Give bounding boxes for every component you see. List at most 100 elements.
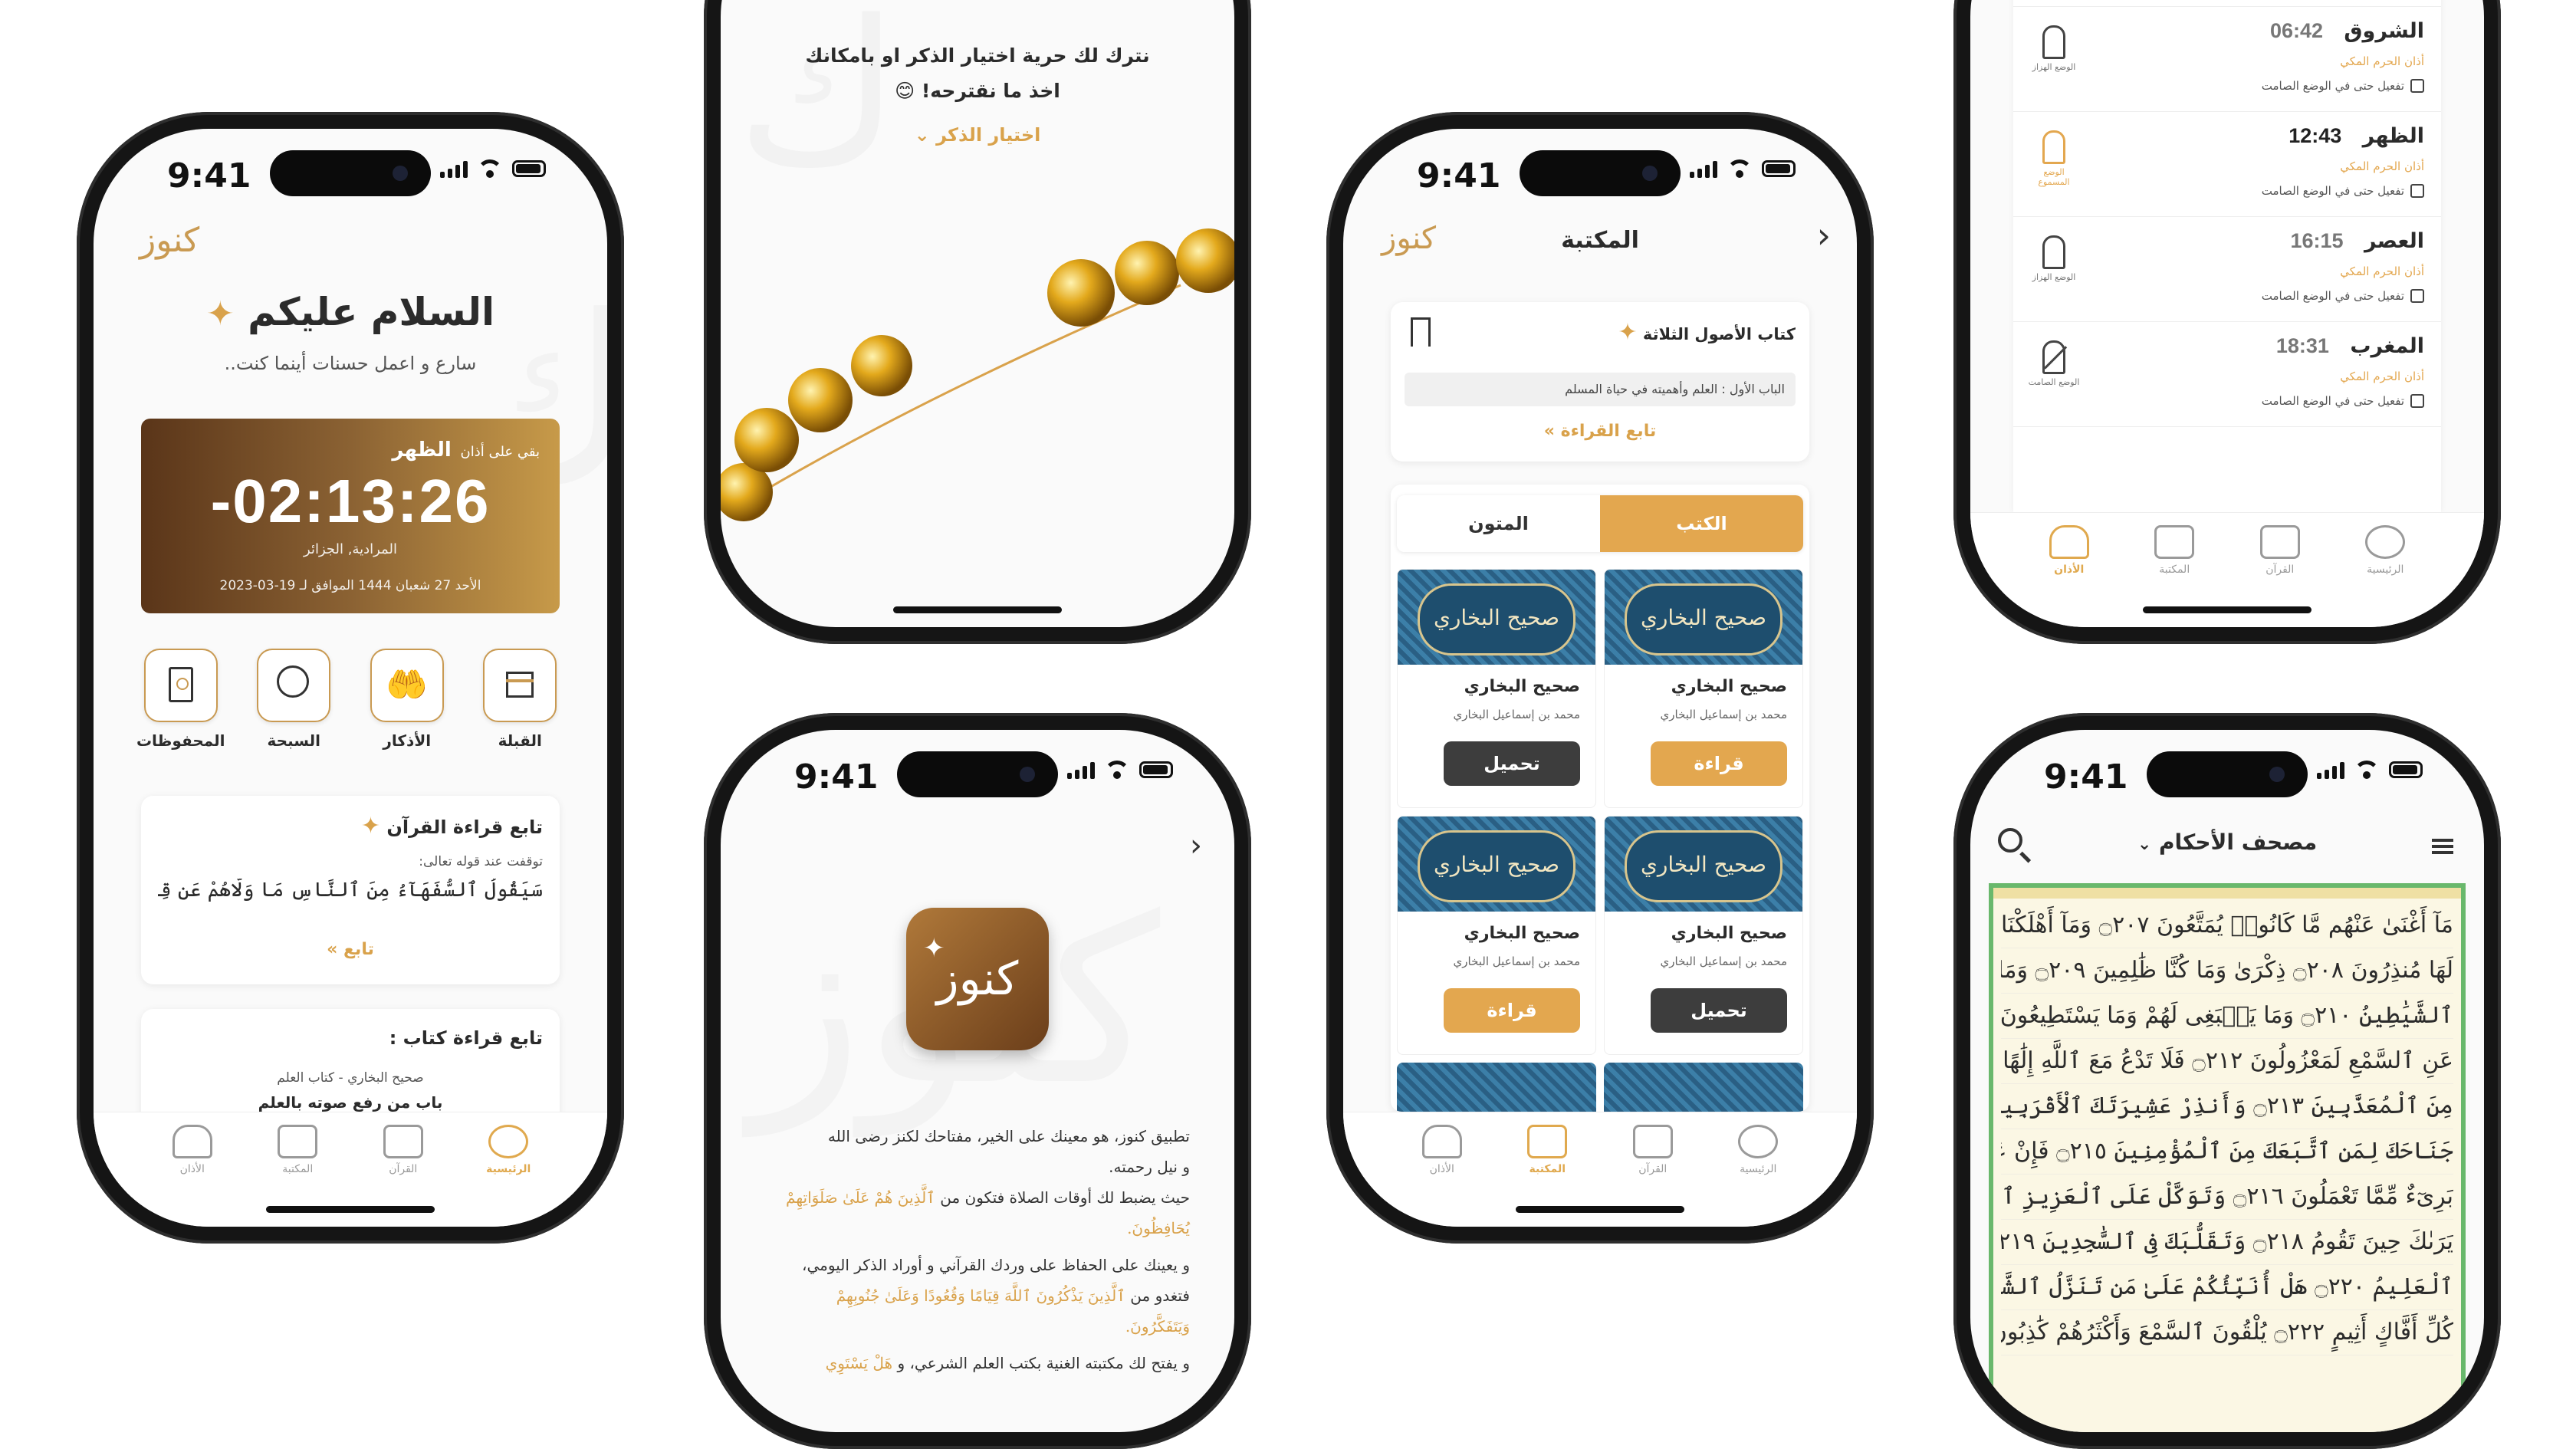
tab-home[interactable]: الرئيسية (1716, 1112, 1800, 1227)
continue-quran-button[interactable]: تابع » (141, 940, 560, 959)
about-line: فتغدو من ٱلَّذِينَ يَذْكُرُونَ ٱللَّهَ ق… (768, 1280, 1190, 1342)
silent-checkbox[interactable] (2410, 289, 2424, 303)
tab-label: المكتبة (282, 1163, 314, 1175)
about-text: حيث يضبط لك أوقات الصلاة فتكون من (940, 1188, 1190, 1207)
read-button[interactable]: قراءة (1444, 988, 1580, 1033)
quran-line[interactable]: ٱلشَّيَٰطِينُ ۝٢١٠ وَمَا يَنۢبَغِى لَهُم… (2001, 994, 2453, 1039)
open-book-icon (2259, 525, 2300, 559)
quran-line[interactable]: كُلِّ أَفَّاكٍ أَثِيمٍ ۝٢٢٢ يُلْقُونَ ٱل… (2001, 1310, 2453, 1355)
next-prayer-card[interactable]: بقي على أذان الظهر -02:13:26 المرادية, ا… (141, 419, 560, 613)
back-chevron-icon[interactable]: › (1817, 215, 1831, 256)
prayer-row[interactable]: المغرب 18:31 أذان الحرم المكي تفعيل حتى في… (2013, 322, 2441, 427)
status-time: 9:41 (167, 156, 251, 196)
menu-icon[interactable] (2432, 839, 2453, 854)
open-book-icon (383, 1125, 423, 1158)
silent-checkbox[interactable] (2410, 394, 2424, 408)
mushaf-page-header (1993, 888, 2461, 899)
book-card[interactable]: صحيح البخاري صحيح البخاري محمد بن إسماعي… (1397, 816, 1596, 1055)
dhikr-text: نترك لك حرية اختيار الذكر او بامكانك اخذ… (805, 44, 1150, 102)
mushaf-selector[interactable]: مصحف الأحكام ⌄ (1970, 830, 2484, 855)
phone-about: كنوز 9:41 › ✦ كنوز تطبيق كنوز، هو معينك … (704, 713, 1251, 1449)
tab-books[interactable]: الكتب (1600, 495, 1803, 552)
wifi-icon (1727, 159, 1753, 178)
book-cover: صحيح البخاري (1605, 816, 1802, 912)
prayer-row[interactable]: الظهر 12:43 أذان الحرم المكي تفعيل حتى في … (2013, 112, 2441, 217)
continue-reading-button[interactable]: تابع القراءة » (1391, 422, 1809, 441)
adhan-voice[interactable]: أذان الحرم المكي (2340, 159, 2424, 173)
read-button[interactable]: قراءة (1651, 741, 1787, 786)
vibrate-mode-icon[interactable]: الوضع الهزاز (2027, 235, 2081, 282)
home-star-icon (488, 1125, 529, 1158)
prayer-row[interactable]: الفجر 05:32أذان الحرم المكي✓تفعيل حتى في… (2013, 0, 2441, 7)
about-text: و يفتح لك مكتبته الغنية بكتب العلم الشرع… (897, 1354, 1190, 1372)
quran-line[interactable]: بَرِىٓءٌ مِّمَّا تَعْمَلُونَ ۝٢١٦ وَتَوَ… (2001, 1175, 2453, 1220)
shortcut-adhkar[interactable]: 🤲 الأذكار (357, 649, 457, 750)
speaker-mode-icon[interactable]: الوضع المسموع (2027, 130, 2081, 187)
sparkle-icon: ✦ (1618, 319, 1638, 346)
tab-label: القرآن (2266, 564, 2295, 576)
silent-option[interactable]: تفعيل حتى في الوضع الصامت (2262, 394, 2424, 408)
adhan-voice[interactable]: أذان الحرم المكي (2340, 370, 2424, 383)
quran-follow-card[interactable]: تابع قراءة القرآن ✦ توقفت عند قوله تعالى… (141, 796, 560, 984)
vibrate-mode-icon[interactable]: الوضع الهزاز (2027, 25, 2081, 72)
book-card[interactable] (1604, 1063, 1803, 1112)
bookmark-icon[interactable] (1411, 317, 1431, 347)
quran-line[interactable]: مِنَ ٱلْمُعَذَّبِينَ ۝٢١٣ وَأَنذِرْ عَشِ… (2001, 1084, 2453, 1129)
silent-option[interactable]: تفعيل حتى في الوضع الصامت (2262, 184, 2424, 198)
about-description: تطبيق كنوز، هو معينك على الخير، مفتاحك ل… (768, 1121, 1190, 1378)
book-author: محمد بن إسماعيل البخاري (1453, 955, 1580, 968)
choose-dhikr-label: اختيار الذكر (936, 124, 1041, 146)
dynamic-island (1520, 150, 1681, 196)
choose-dhikr-button[interactable]: اختيار الذكر ⌄ (721, 124, 1234, 146)
download-button[interactable]: تحميل (1444, 741, 1580, 786)
minaret-icon (2042, 25, 2065, 59)
tab-home[interactable]: الرئيسية (466, 1112, 550, 1227)
status-icons (440, 159, 546, 178)
silent-checkbox[interactable] (2410, 184, 2424, 198)
prayer-row[interactable]: الشروق 06:42 أذان الحرم المكي تفعيل حتى في… (2013, 7, 2441, 112)
shortcut-saved[interactable]: المحفوظات (131, 649, 231, 750)
battery-icon (1762, 160, 1796, 177)
book-card[interactable]: صحيح البخاري صحيح البخاري محمد بن إسماعي… (1397, 569, 1596, 808)
adhan-voice[interactable]: أذان الحرم المكي (2340, 54, 2424, 68)
book-card[interactable] (1397, 1063, 1596, 1112)
tab-adhan[interactable]: الأذان (2027, 513, 2111, 627)
back-chevron-icon[interactable]: › (1190, 828, 1202, 863)
quran-line[interactable]: يَرَىٰكَ حِينَ تَقُومُ ۝٢١٨ وَتَقَلُّبَك… (2001, 1220, 2453, 1265)
current-book-name: كتاب الأصول الثلاثة (1642, 325, 1796, 343)
saved-quran-icon (143, 649, 218, 722)
tab-label: الرئيسية (2367, 564, 2404, 576)
shortcut-label: الأذكار (383, 731, 432, 750)
quran-line[interactable]: ٱلْعَلِيمُ ۝٢٢٠ هَلْ أُنَبِّئُكُمْ عَلَى… (2001, 1265, 2453, 1310)
book-card[interactable]: صحيح البخاري صحيح البخاري محمد بن إسماعي… (1604, 569, 1803, 808)
tab-label: القرآن (389, 1163, 418, 1175)
quran-line[interactable]: لَهَا مُنذِرُونَ ۝٢٠٨ ذِكْرَىٰ وَمَا كُن… (2001, 948, 2453, 994)
quran-line[interactable]: مَآ أَغْنَىٰ عَنْهُم مَّا كَانُوا۟ يُمَت… (2001, 903, 2453, 948)
current-book-card[interactable]: كتاب الأصول الثلاثة ✦ الباب الأول : العل… (1391, 302, 1809, 462)
silent-option[interactable]: تفعيل حتى في الوضع الصامت (2262, 79, 2424, 93)
quran-follow-title: تابع قراءة القرآن ✦ (361, 813, 543, 840)
book-cover-title: صحيح البخاري (1418, 583, 1576, 656)
prayer-name: العصر (2364, 229, 2424, 253)
silent-checkbox[interactable] (2410, 79, 2424, 93)
prayer-row[interactable]: العصر 16:15 أذان الحرم المكي تفعيل حتى في … (2013, 217, 2441, 322)
silent-option[interactable]: تفعيل حتى في الوضع الصامت (2262, 289, 2424, 303)
download-button[interactable]: تحميل (1651, 988, 1787, 1033)
tab-home[interactable]: الرئيسية (2343, 513, 2427, 627)
quran-line[interactable]: عَنِ ٱلسَّمْعِ لَمَعْزُولُونَ ۝٢١٢ فَلَا… (2001, 1039, 2453, 1084)
battery-icon (2389, 761, 2423, 778)
book-card[interactable]: صحيح البخاري صحيح البخاري محمد بن إسماعي… (1604, 816, 1803, 1055)
tab-adhan[interactable]: الأذان (150, 1112, 235, 1227)
minaret-icon (1421, 1125, 1462, 1158)
tab-label: الرئيسية (1740, 1163, 1777, 1175)
tab-texts[interactable]: المتون (1397, 495, 1600, 552)
book-cover-title: صحيح البخاري (1625, 583, 1783, 656)
muted-mode-icon[interactable]: الوضع الصامت (2027, 340, 2081, 387)
mushaf-page: مَآ أَغْنَىٰ عَنْهُم مَّا كَانُوا۟ يُمَت… (1989, 883, 2466, 1432)
adhan-voice[interactable]: أذان الحرم المكي (2340, 264, 2424, 278)
about-line: تطبيق كنوز، هو معينك على الخير، مفتاحك ل… (827, 1127, 1190, 1145)
quran-line[interactable]: جَنَاحَكَ لِمَنِ ٱتَّبَعَكَ مِنَ ٱلْمُؤْ… (2001, 1129, 2453, 1175)
shortcut-misbaha[interactable]: السبحة (244, 649, 343, 750)
shortcut-qibla[interactable]: القبلة (470, 649, 570, 750)
tab-adhan[interactable]: الأذان (1400, 1112, 1484, 1227)
